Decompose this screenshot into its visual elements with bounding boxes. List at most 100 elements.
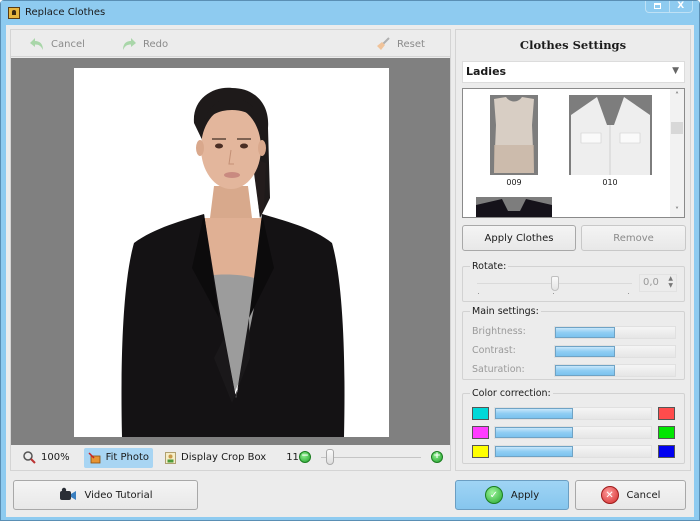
view-bar: 100% Fit Photo Display Crop Box 11% − + bbox=[11, 445, 450, 470]
magnifier-icon bbox=[23, 451, 36, 464]
rotate-spinbox[interactable]: 0,0 ▲ ▼ bbox=[639, 274, 677, 292]
fit-photo-button[interactable]: Fit Photo bbox=[83, 447, 154, 468]
apply-clothes-button[interactable]: Apply Clothes bbox=[462, 225, 576, 251]
rotate-title: Rotate: bbox=[470, 261, 509, 272]
crop-box-label: Display Crop Box bbox=[181, 452, 267, 463]
zoom-100-button[interactable]: 100% bbox=[19, 448, 74, 468]
cyan-red-slider[interactable] bbox=[494, 407, 652, 420]
rotate-tick bbox=[478, 293, 479, 294]
gallery-scrollbar[interactable]: ˄ ˅ bbox=[670, 89, 684, 217]
video-camera-icon bbox=[59, 487, 76, 500]
photo-panel: Cancel Redo Reset 100% Fit Photo Display… bbox=[10, 29, 451, 471]
magenta-green-slider[interactable] bbox=[494, 426, 652, 439]
plus-icon: + bbox=[433, 451, 441, 461]
rotate-tick bbox=[628, 293, 629, 294]
gallery-label-010: 010 bbox=[602, 178, 618, 187]
main-settings-group: Main settings: Brightness: Contrast: Sat… bbox=[462, 306, 685, 380]
green-swatch bbox=[658, 426, 675, 439]
app-icon bbox=[8, 7, 20, 19]
redo-arrow-icon bbox=[123, 38, 136, 50]
close-button[interactable]: X bbox=[668, 1, 693, 12]
portrait-illustration bbox=[121, 87, 345, 437]
gallery-label-009: 009 bbox=[506, 178, 522, 187]
undo-cancel-button[interactable]: Cancel bbox=[29, 35, 85, 53]
category-value: Ladies bbox=[466, 65, 507, 78]
color-correction-title: Color correction: bbox=[470, 388, 553, 399]
apply-label: Apply bbox=[510, 489, 540, 501]
cancel-button[interactable]: ✕ Cancel bbox=[575, 480, 686, 510]
apply-clothes-label: Apply Clothes bbox=[484, 232, 554, 244]
apply-button[interactable]: ✓ Apply bbox=[455, 480, 569, 510]
clothes-gallery: 009 010 ˄ ˅ bbox=[462, 88, 685, 218]
brightness-fill bbox=[555, 327, 615, 338]
dropdown-arrow-icon: ▼ bbox=[672, 66, 679, 76]
brightness-label: Brightness: bbox=[472, 326, 526, 337]
gallery-item-010[interactable] bbox=[569, 95, 652, 175]
settings-title: Clothes Settings bbox=[519, 38, 627, 52]
clothes-settings-panel: Clothes Settings Ladies ▼ 009 010 ˄ ˅ Ap… bbox=[455, 29, 691, 471]
scroll-thumb[interactable] bbox=[671, 122, 683, 134]
undo-cancel-label: Cancel bbox=[51, 38, 85, 50]
main-settings-title: Main settings: bbox=[470, 306, 541, 317]
replace-clothes-window: Replace Clothes X Cancel Redo Reset 100%… bbox=[0, 0, 700, 521]
fit-photo-label: Fit Photo bbox=[105, 452, 150, 463]
photo-canvas[interactable] bbox=[11, 58, 450, 445]
magenta-green-fill bbox=[495, 427, 573, 438]
maximize-icon bbox=[653, 3, 661, 9]
category-dropdown[interactable]: Ladies ▼ bbox=[462, 61, 685, 83]
saturation-slider[interactable] bbox=[554, 364, 676, 377]
broom-icon bbox=[377, 37, 390, 50]
rotate-group: Rotate: 0,0 ▲ ▼ bbox=[462, 261, 685, 302]
saturation-fill bbox=[555, 365, 615, 376]
scroll-up-icon[interactable]: ˄ bbox=[670, 91, 684, 100]
gallery-item-009[interactable] bbox=[490, 95, 538, 175]
rotate-value: 0,0 bbox=[643, 277, 659, 288]
undo-arrow-icon bbox=[30, 38, 43, 50]
scroll-down-icon[interactable]: ˅ bbox=[670, 206, 684, 215]
redo-button[interactable]: Redo bbox=[121, 35, 168, 53]
blue-swatch bbox=[658, 445, 675, 458]
checkmark-icon: ✓ bbox=[484, 486, 503, 504]
zoom-slider-thumb[interactable] bbox=[326, 449, 334, 465]
display-crop-box-button[interactable]: Display Crop Box bbox=[161, 448, 270, 468]
zoom-out-button[interactable]: − bbox=[299, 451, 311, 463]
yellow-blue-fill bbox=[495, 446, 573, 457]
edit-toolbar: Cancel Redo Reset bbox=[11, 30, 450, 57]
minus-icon: − bbox=[301, 451, 309, 461]
zoom-in-button[interactable]: + bbox=[431, 451, 443, 463]
magenta-swatch bbox=[472, 426, 489, 439]
zoom-slider-track[interactable] bbox=[321, 457, 421, 458]
crop-box-icon bbox=[165, 451, 177, 464]
cancel-label: Cancel bbox=[626, 489, 661, 501]
title-bar: Replace Clothes X bbox=[1, 1, 699, 25]
color-correction-group: Color correction: bbox=[462, 388, 685, 464]
gallery-item-black-jacket[interactable] bbox=[476, 197, 552, 217]
close-circle-icon: ✕ bbox=[600, 486, 619, 504]
spin-arrows-icon[interactable]: ▲ ▼ bbox=[668, 275, 673, 289]
cyan-swatch bbox=[472, 407, 489, 420]
remove-label: Remove bbox=[613, 232, 654, 244]
contrast-slider[interactable] bbox=[554, 345, 676, 358]
maximize-button[interactable] bbox=[646, 1, 669, 12]
red-swatch bbox=[658, 407, 675, 420]
reset-button[interactable]: Reset bbox=[375, 35, 425, 53]
video-tutorial-button[interactable]: Video Tutorial bbox=[13, 480, 198, 510]
contrast-fill bbox=[555, 346, 615, 357]
remove-button[interactable]: Remove bbox=[581, 225, 686, 251]
fit-photo-icon bbox=[88, 451, 100, 463]
yellow-blue-slider[interactable] bbox=[494, 445, 652, 458]
brightness-slider[interactable] bbox=[554, 326, 676, 339]
rotate-slider-thumb[interactable] bbox=[550, 276, 559, 291]
reset-label: Reset bbox=[397, 38, 425, 50]
rotate-tick bbox=[553, 293, 554, 294]
cyan-red-fill bbox=[495, 408, 573, 419]
contrast-label: Contrast: bbox=[472, 345, 516, 356]
zoom-100-label: 100% bbox=[41, 452, 70, 463]
white-shirt-thumbnail bbox=[571, 97, 650, 175]
yellow-swatch bbox=[472, 445, 489, 458]
beige-top-thumbnail bbox=[494, 97, 534, 173]
video-tutorial-label: Video Tutorial bbox=[84, 489, 153, 501]
saturation-label: Saturation: bbox=[472, 364, 525, 375]
black-jacket-thumbnail bbox=[476, 199, 552, 217]
portrait-photo bbox=[74, 68, 389, 437]
